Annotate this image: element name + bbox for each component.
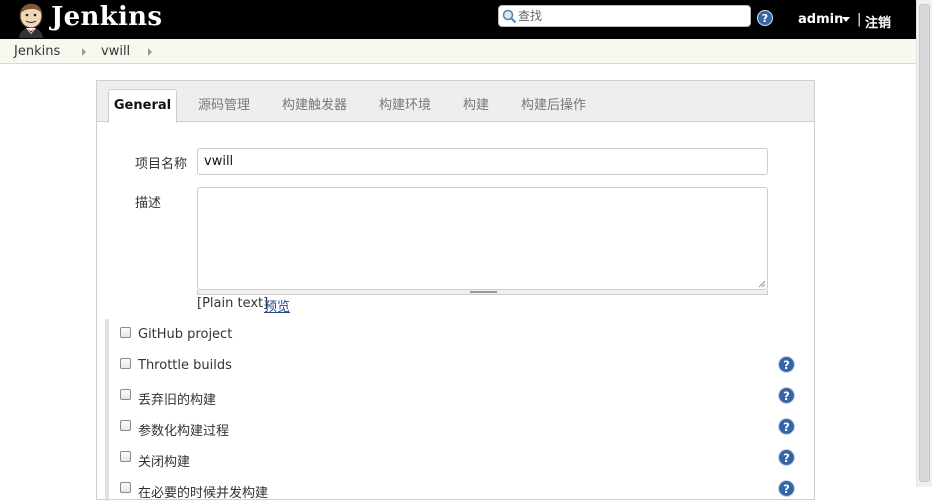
concurrent-builds-checkbox[interactable]: [120, 482, 131, 493]
tab-post-build[interactable]: 构建后操作: [521, 94, 586, 113]
scrollbar-thumb[interactable]: [919, 4, 930, 482]
resize-grip-icon[interactable]: [758, 280, 766, 288]
parameterized-build-checkbox[interactable]: [120, 420, 131, 431]
svg-text:?: ?: [762, 12, 768, 25]
logout-link[interactable]: 注销: [865, 12, 891, 31]
help-icon[interactable]: ?: [778, 480, 795, 497]
option-discard-old-builds: 丢弃旧的构建 ?: [109, 387, 809, 411]
config-tabbar: General 源码管理 构建触发器 构建环境 构建 构建后操作: [97, 81, 814, 123]
svg-text:?: ?: [783, 451, 790, 465]
option-label[interactable]: 参数化构建过程: [138, 420, 229, 439]
options-section: GitHub project Throttle builds ? 丢弃旧的构建 …: [105, 319, 807, 501]
description-resizer[interactable]: [197, 290, 768, 295]
app-name[interactable]: Jenkins: [51, 2, 162, 32]
description-textarea[interactable]: [197, 187, 768, 290]
svg-text:?: ?: [783, 420, 790, 434]
user-menu-link[interactable]: admin: [798, 12, 843, 27]
tab-build-triggers[interactable]: 构建触发器: [282, 94, 347, 113]
markup-format-label: [Plain text]: [197, 296, 269, 311]
tab-build[interactable]: 构建: [463, 94, 489, 113]
breadcrumb-arrow-icon[interactable]: [148, 48, 152, 56]
breadcrumb-jenkins[interactable]: Jenkins: [14, 44, 60, 59]
option-throttle-builds: Throttle builds ?: [109, 356, 809, 380]
resizer-handle-icon[interactable]: [470, 291, 497, 293]
preview-link[interactable]: 预览: [264, 296, 290, 315]
option-label[interactable]: 丢弃旧的构建: [138, 389, 216, 408]
project-name-label: 项目名称: [135, 157, 188, 172]
help-icon[interactable]: ?: [778, 356, 795, 373]
tab-general[interactable]: General: [108, 89, 177, 123]
top-header: Jenkins ? admin | 注销: [0, 0, 916, 39]
search-icon: [502, 9, 517, 24]
option-label[interactable]: Throttle builds: [138, 358, 232, 373]
breadcrumb-project[interactable]: vwill: [101, 44, 130, 59]
svg-text:?: ?: [783, 482, 790, 496]
discard-old-builds-checkbox[interactable]: [120, 389, 131, 400]
option-parameterized-build: 参数化构建过程 ?: [109, 418, 809, 442]
github-project-checkbox[interactable]: [120, 327, 131, 338]
svg-text:?: ?: [783, 389, 790, 403]
help-icon[interactable]: ?: [778, 449, 795, 466]
option-disable-build: 关闭构建 ?: [109, 449, 809, 473]
option-label[interactable]: 关闭构建: [138, 451, 190, 470]
disable-build-checkbox[interactable]: [120, 451, 131, 462]
breadcrumb: Jenkins vwill: [0, 39, 916, 64]
jenkins-butler-icon[interactable]: [14, 2, 48, 38]
search-input[interactable]: [518, 8, 743, 24]
config-panel: General 源码管理 构建触发器 构建环境 构建 构建后操作 项目名称 描述…: [96, 80, 815, 501]
breadcrumb-arrow-icon[interactable]: [82, 48, 86, 56]
search-box[interactable]: [498, 5, 751, 27]
option-label[interactable]: GitHub project: [138, 327, 232, 342]
chevron-down-icon[interactable]: [842, 17, 850, 22]
throttle-builds-checkbox[interactable]: [120, 358, 131, 369]
description-label: 描述: [135, 196, 162, 211]
tab-scm[interactable]: 源码管理: [198, 94, 250, 113]
svg-text:?: ?: [783, 358, 790, 372]
help-icon[interactable]: ?: [778, 387, 795, 404]
project-name-input[interactable]: [197, 148, 768, 175]
page-scrollbar[interactable]: [916, 0, 932, 487]
option-github-project: GitHub project: [109, 325, 809, 349]
search-help-icon[interactable]: ?: [757, 10, 773, 26]
option-label[interactable]: 在必要的时候并发构建: [138, 482, 268, 501]
option-concurrent-builds: 在必要的时候并发构建 ?: [109, 480, 809, 504]
tab-build-environment[interactable]: 构建环境: [379, 94, 431, 113]
header-separator: |: [857, 12, 862, 27]
help-icon[interactable]: ?: [778, 418, 795, 435]
